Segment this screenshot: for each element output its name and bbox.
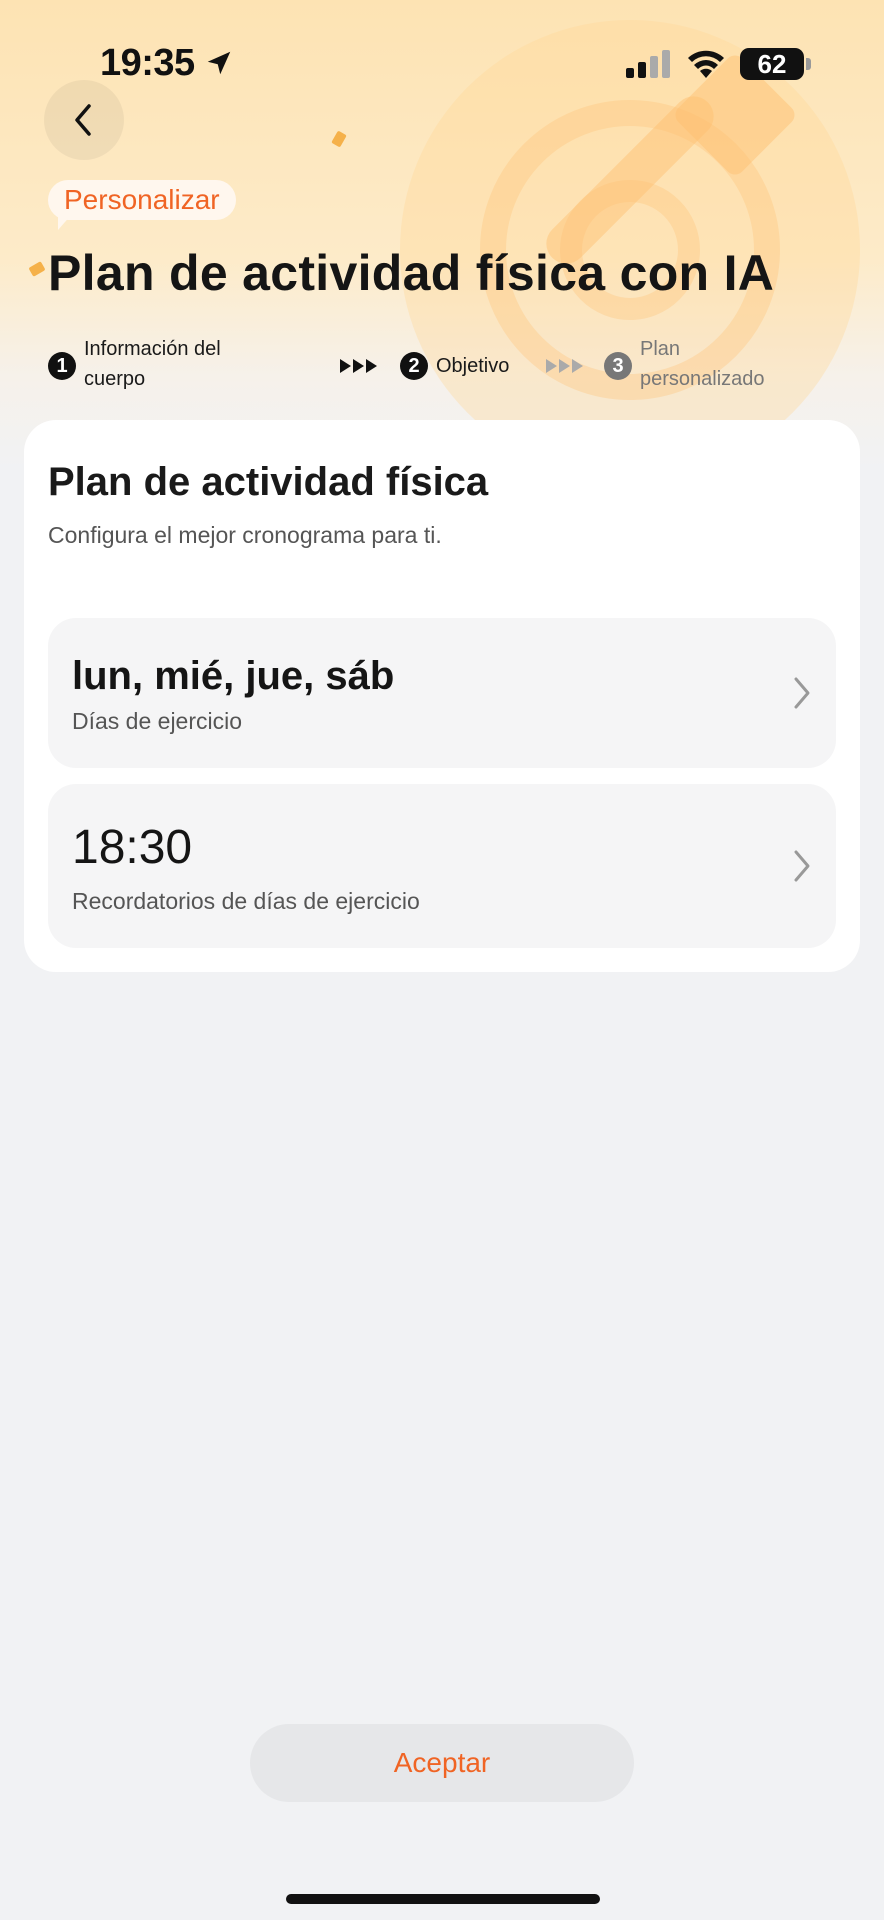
home-indicator (286, 1894, 600, 1904)
confetti-decoration (28, 261, 46, 277)
step-3-number: 3 (604, 352, 632, 380)
back-button[interactable] (44, 80, 124, 160)
step-3-label: Plan personalizado (640, 338, 765, 390)
exercise-days-value: lun, mié, jue, sáb (72, 654, 395, 698)
card-subtitle: Configura el mejor cronograma para ti. (48, 522, 442, 548)
page-title: Plan de actividad física con IA (48, 245, 775, 301)
exercise-days-row[interactable]: lun, mié, jue, sáb Días de ejercicio (48, 618, 836, 768)
exercise-days-label: Días de ejercicio (72, 708, 243, 734)
location-arrow-icon (207, 51, 231, 75)
step-2-label: Objetivo (436, 355, 510, 377)
step-arrows-dim-icon (546, 359, 583, 373)
personalize-tag: Personalizar (48, 180, 236, 220)
chevron-left-icon (75, 104, 91, 136)
chevron-right-icon (794, 850, 810, 882)
card-title: Plan de actividad física (48, 460, 489, 504)
battery-cap (806, 58, 811, 70)
step-2-number: 2 (400, 352, 428, 380)
status-time: 19:35 (100, 42, 195, 84)
step-arrows-icon (340, 359, 377, 373)
accept-button[interactable]: Aceptar (250, 1724, 634, 1802)
status-bar: 19:35 62 (0, 0, 884, 130)
tag-tail (58, 214, 72, 230)
step-1-number: 1 (48, 352, 76, 380)
battery-icon: 62 (740, 48, 804, 80)
reminder-time-value: 18:30 (72, 821, 193, 874)
signal-icon (626, 50, 670, 78)
wifi-icon (688, 50, 724, 78)
progress-steps: 1 Información del cuerpo 2 Objetivo 3 Pl… (0, 330, 884, 400)
confetti-decoration (331, 130, 347, 148)
reminder-time-label: Recordatorios de días de ejercicio (72, 888, 420, 914)
reminder-time-row[interactable]: 18:30 Recordatorios de días de ejercicio (48, 784, 836, 948)
step-1-label: Información del cuerpo (84, 338, 221, 390)
activity-plan-card: Plan de actividad física Configura el me… (24, 420, 860, 972)
chevron-right-icon (794, 677, 810, 709)
